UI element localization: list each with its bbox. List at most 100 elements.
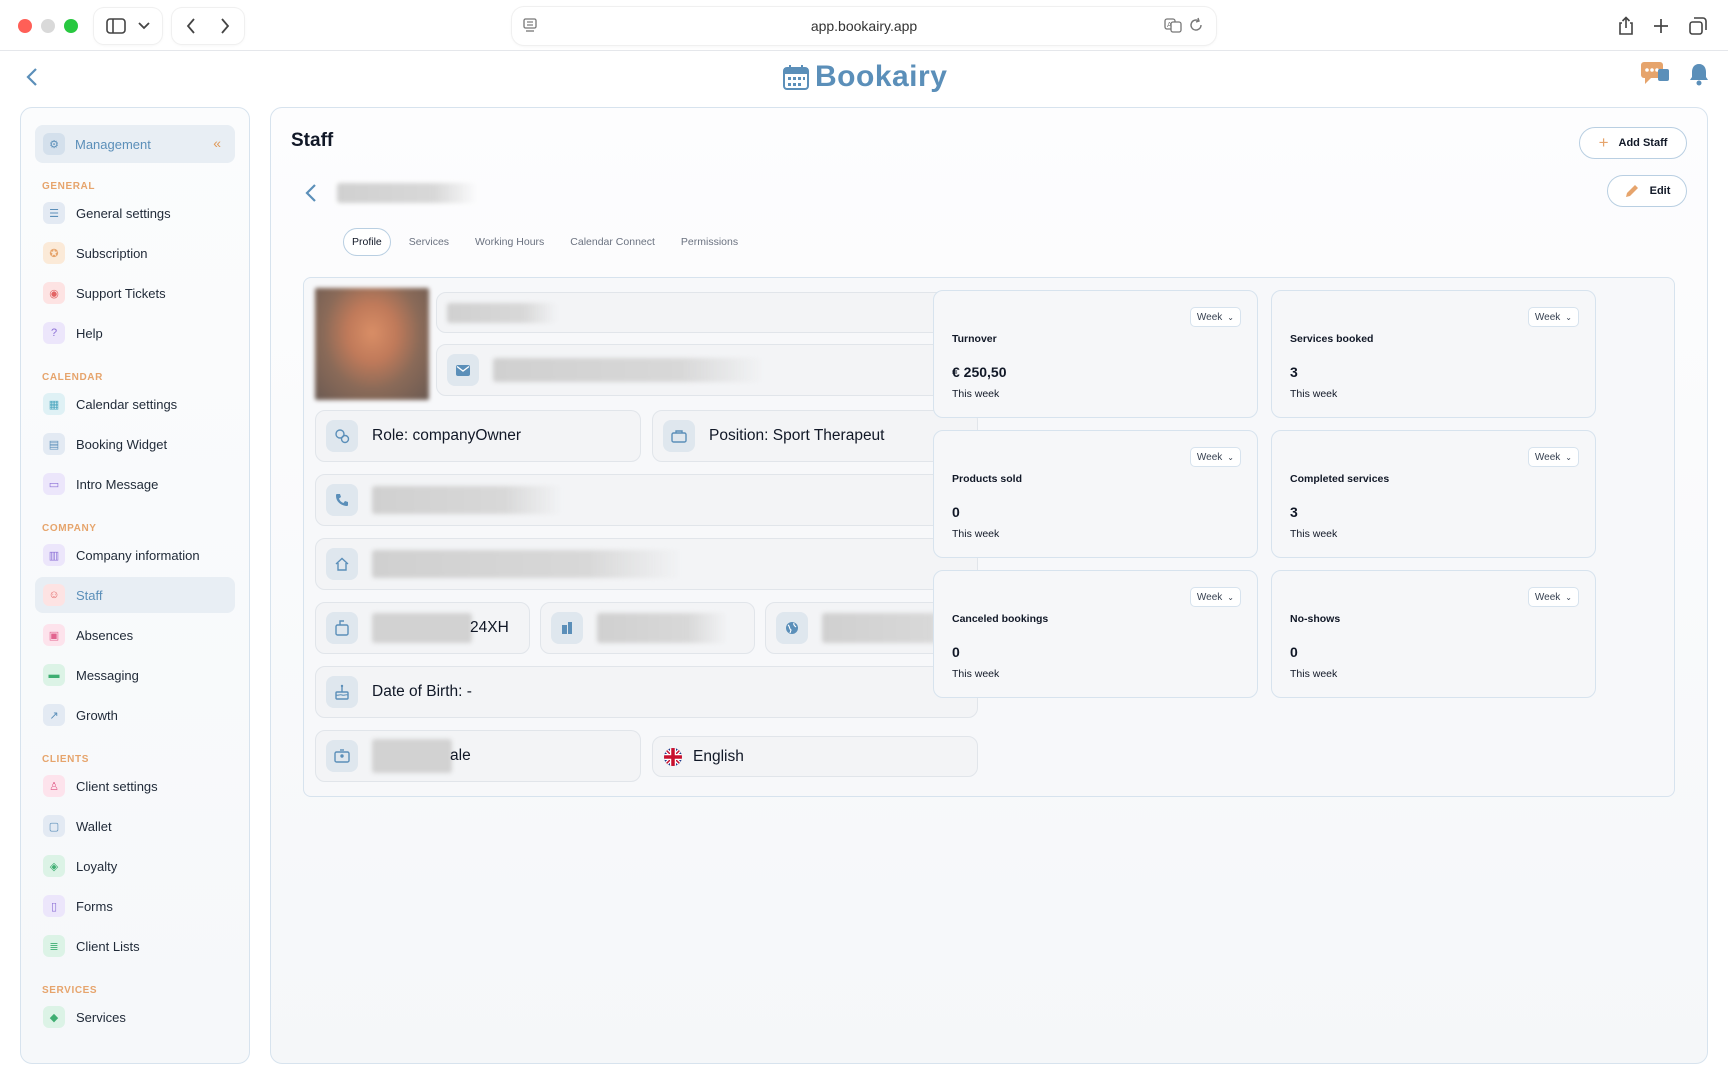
language-field[interactable]: English [652, 736, 978, 777]
sidebar-item-label: Absences [76, 627, 134, 643]
reload-icon[interactable] [1188, 17, 1204, 33]
range-select[interactable]: Week ⌄ [1189, 307, 1241, 327]
sidebar-item-growth[interactable]: ↗ Growth [35, 697, 235, 733]
tab-permissions[interactable]: Permissions [673, 230, 746, 254]
sidebar-item-wallet[interactable]: ▢ Wallet [35, 808, 235, 844]
sidebar-item-client-lists[interactable]: ≣ Client Lists [35, 928, 235, 964]
brand-name: Bookairy [815, 60, 948, 93]
stat-period: This week [1290, 388, 1338, 400]
sidebar-item-support-tickets[interactable]: ◉ Support Tickets [35, 275, 235, 311]
phone-redacted [372, 486, 562, 514]
trend-up-icon: ↗ [43, 704, 65, 726]
users-icon: ☺ [43, 584, 65, 606]
sidebar-item-help[interactable]: ? Help [35, 315, 235, 351]
range-select[interactable]: Week ⌄ [1527, 587, 1579, 607]
staff-back-button[interactable] [301, 180, 321, 206]
sidebar-item-label: Growth [76, 707, 118, 723]
new-tab-button[interactable] [1647, 12, 1675, 40]
message-icon: ▭ [43, 473, 65, 495]
sidebar-item-client-settings[interactable]: ♙ Client settings [35, 768, 235, 804]
range-select[interactable]: Week ⌄ [1527, 307, 1579, 327]
sidebar-item-loyalty[interactable]: ◈ Loyalty [35, 848, 235, 884]
sidebar-toggle-button[interactable] [94, 8, 162, 44]
tabs-icon [1689, 17, 1707, 35]
chat-icon[interactable] [1640, 61, 1670, 87]
app-back-button[interactable] [18, 62, 46, 92]
range-label: Week [1534, 311, 1561, 323]
gender-value: ale [372, 739, 492, 773]
sidebar-item-absences[interactable]: ▣ Absences [35, 617, 235, 653]
sidebar-item-services[interactable]: ◆ Services [35, 999, 235, 1035]
chevron-down-icon: ⌄ [1227, 592, 1234, 602]
zoom-window-button[interactable] [64, 19, 78, 33]
brand-logo: Bookairy [783, 60, 947, 94]
sidebar-item-calendar-settings[interactable]: ▦ Calendar settings [35, 386, 235, 422]
gender-text: ale [450, 747, 471, 764]
add-staff-label: Add Staff [1618, 137, 1668, 149]
bell-icon[interactable] [1688, 62, 1710, 86]
add-staff-button[interactable]: + Add Staff [1579, 127, 1687, 159]
address-bar[interactable]: app.bookairy.app A [512, 7, 1216, 45]
stat-card-turnover: Week ⌄ Turnover € 250,50 This week [933, 290, 1258, 418]
tab-profile[interactable]: Profile [343, 228, 391, 256]
uk-flag-icon [664, 747, 682, 766]
section-title-services: SERVICES [42, 985, 98, 996]
sidebar-item-label: Intro Message [76, 476, 159, 492]
gender-field: ale [315, 730, 641, 782]
range-select[interactable]: Week ⌄ [1527, 447, 1579, 467]
close-window-button[interactable] [18, 19, 32, 33]
sidebar-item-forms[interactable]: ▯ Forms [35, 888, 235, 924]
gender-redacted [372, 739, 452, 773]
range-select[interactable]: Week ⌄ [1189, 587, 1241, 607]
gear-icon: ⚙ [43, 133, 65, 155]
sidebar-item-messaging[interactable]: ▬ Messaging [35, 657, 235, 693]
name-field [436, 292, 978, 333]
translate-icon[interactable]: A [1164, 17, 1182, 33]
wallet-icon: ▢ [43, 815, 65, 837]
widget-icon: ▤ [43, 433, 65, 455]
tab-working-hours[interactable]: Working Hours [467, 230, 552, 254]
document-icon: ▯ [43, 895, 65, 917]
tab-services[interactable]: Services [401, 230, 457, 254]
forward-icon[interactable] [220, 18, 230, 34]
stat-label: No-shows [1290, 613, 1341, 625]
badge-icon: ✪ [43, 242, 65, 264]
collapse-sidebar-icon[interactable]: « [213, 135, 221, 151]
sidebar-item-label: Calendar settings [76, 396, 178, 412]
back-icon[interactable] [186, 18, 196, 34]
stat-period: This week [1290, 668, 1338, 680]
sidebar-management-header[interactable]: ⚙ Management « [35, 125, 235, 163]
sidebar-item-booking-widget[interactable]: ▤ Booking Widget [35, 426, 235, 462]
mail-icon [447, 354, 479, 386]
staff-name-redacted [337, 183, 477, 203]
sidebar-item-label: Booking Widget [76, 436, 168, 452]
id-card-icon [326, 740, 358, 772]
sidebar-item-general-settings[interactable]: ☰ General settings [35, 195, 235, 231]
app-header: Bookairy [0, 52, 1728, 102]
stat-label: Services booked [1290, 333, 1374, 345]
tab-overview-button[interactable] [1684, 12, 1712, 40]
stat-card-canceled-bookings: Week ⌄ Canceled bookings 0 This week [933, 570, 1258, 698]
stat-label: Turnover [952, 333, 997, 345]
postal-code-redacted [372, 613, 472, 643]
sidebar-item-staff[interactable]: ☺ Staff [35, 577, 235, 613]
sidebar-item-company-information[interactable]: ▥ Company information [35, 537, 235, 573]
share-button[interactable] [1612, 12, 1640, 40]
chat-bubble-icon: ▬ [43, 664, 65, 686]
edit-button[interactable]: Edit [1607, 175, 1687, 207]
stat-period: This week [952, 388, 1000, 400]
range-label: Week [1534, 591, 1561, 603]
stat-period: This week [1290, 528, 1338, 540]
minimize-window-button[interactable] [41, 19, 55, 33]
sidebar-icon [106, 18, 126, 34]
page-menu-icon[interactable] [522, 17, 538, 33]
chevron-down-icon: ⌄ [1565, 312, 1572, 322]
range-select[interactable]: Week ⌄ [1189, 447, 1241, 467]
postal-code-field: 24XH [315, 602, 530, 654]
position-text: Position: Sport Therapeut [709, 427, 885, 444]
tab-calendar-connect[interactable]: Calendar Connect [562, 230, 663, 254]
tag-icon: ◈ [43, 855, 65, 877]
sidebar-item-subscription[interactable]: ✪ Subscription [35, 235, 235, 271]
sidebar-item-intro-message[interactable]: ▭ Intro Message [35, 466, 235, 502]
main-panel: Staff + Add Staff Edit Profile Services … [270, 107, 1708, 1064]
